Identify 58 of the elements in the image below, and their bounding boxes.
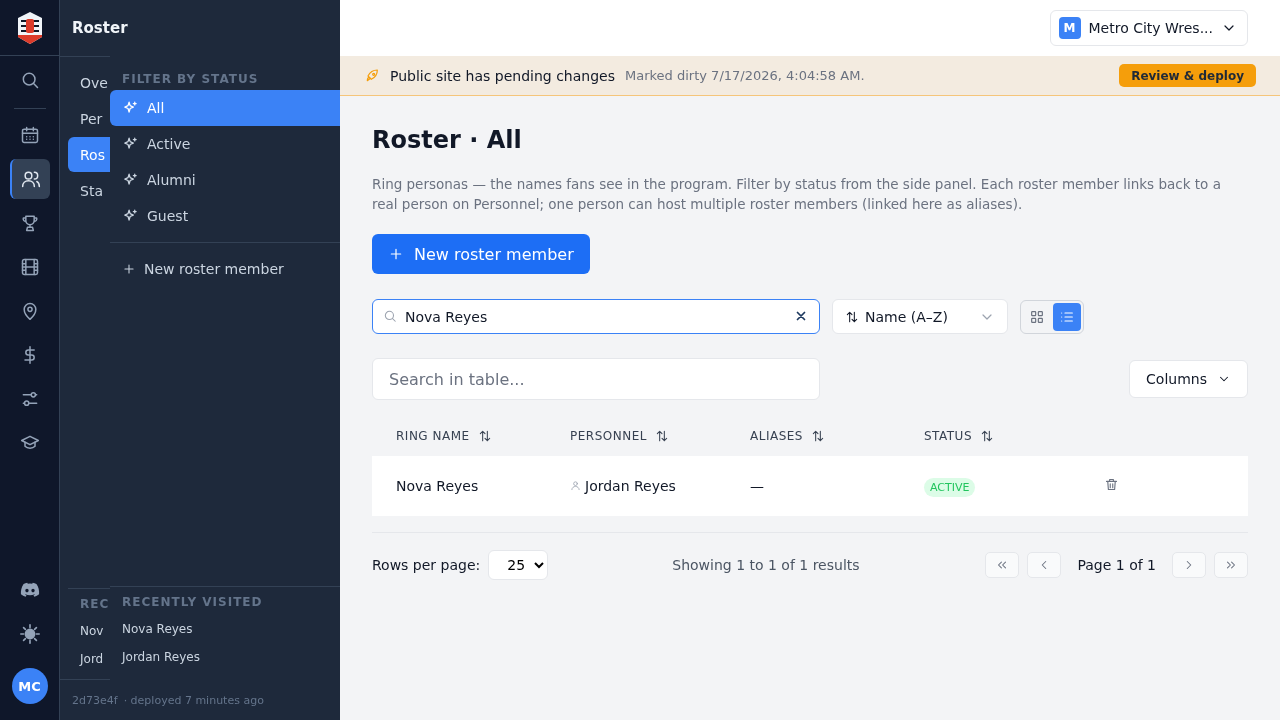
clear-icon	[794, 309, 808, 323]
search-field[interactable]: Nova Reyes	[372, 299, 820, 334]
section-heading: RECENTLY VISITED	[122, 595, 263, 611]
user-avatar[interactable]: MC	[11, 668, 48, 704]
deploy-status: · deployed 7 minutes ago	[123, 693, 264, 707]
page-title: Roster · All	[372, 126, 523, 154]
columns-button[interactable]: Columns	[1129, 360, 1248, 398]
banner-detail: Marked dirty 7/17/2026, 4:04:58 AM.	[625, 68, 865, 83]
recent-link[interactable]: Jord	[80, 645, 104, 673]
recent-link[interactable]: Nova Reyes	[122, 615, 193, 643]
calendar-icon	[19, 125, 40, 145]
recent-link[interactable]: Jordan Reyes	[122, 643, 200, 671]
table-cell: Nova Reyes	[396, 478, 479, 494]
filter-item[interactable]: All	[110, 90, 340, 126]
film-icon	[19, 257, 40, 277]
people-icon	[20, 169, 41, 189]
section-heading: REC	[80, 597, 110, 613]
sort-icon	[845, 309, 859, 324]
list-view-button[interactable]	[1053, 302, 1081, 331]
new-roster-member-button[interactable]: New roster member	[372, 234, 590, 274]
rows-per-page-label: Rows per page:	[372, 557, 481, 573]
sort-icon	[477, 429, 492, 443]
review-deploy-button[interactable]: Review & deploy	[1119, 64, 1256, 87]
column-header[interactable]: RING NAME	[396, 429, 470, 443]
rail-button[interactable]	[9, 159, 50, 199]
sort-icon	[810, 429, 825, 443]
results-summary: Showing 1 to 1 of 1 results	[672, 557, 860, 573]
org-initial: M	[1058, 17, 1081, 39]
search-icon	[383, 309, 397, 323]
double-chevron-right-icon	[1224, 558, 1238, 572]
sort-icon	[980, 429, 995, 443]
column-header[interactable]: ALIASES	[750, 429, 803, 443]
rows-per-page-select[interactable]: 25	[488, 550, 549, 580]
rocket-icon	[364, 67, 380, 84]
plus-icon	[122, 262, 136, 276]
new-roster-member-link[interactable]: New roster member	[110, 251, 340, 287]
banner-title: Public site has pending changes	[390, 67, 615, 84]
sun-icon	[18, 623, 41, 645]
sort-icon	[654, 429, 669, 443]
organization-switcher[interactable]: M Metro City Wres...	[1049, 10, 1248, 46]
trash-icon	[1104, 477, 1119, 492]
page-indicator: Page 1 of 1	[1076, 557, 1157, 573]
logo-icon[interactable]	[16, 10, 43, 45]
grid-icon	[1029, 308, 1045, 325]
status-badge: ACTIVE	[924, 478, 976, 497]
personnel-link[interactable]: Jordan Reyes	[585, 477, 676, 494]
commit-hash: 2d73e4f	[72, 693, 118, 707]
column-header[interactable]: STATUS	[924, 429, 973, 443]
plus-icon	[388, 246, 404, 262]
recent-link[interactable]: Nov	[80, 617, 104, 645]
page-description: Ring personas — the names fans see in the program. Filter by status from the side panel. Each roster member links back to a real person on Personnel; one person can host multiple roster members (linked here as aliases).	[372, 175, 1222, 214]
sort-dropdown[interactable]: Name (A–Z)	[832, 299, 1008, 334]
table-cell: —	[750, 478, 764, 494]
person-icon	[570, 480, 581, 492]
column-header[interactable]: PERSONNEL	[570, 429, 647, 443]
org-name: Metro City Wres...	[1088, 20, 1213, 36]
panel-heading: FILTER BY STATUS	[121, 71, 260, 88]
table-search-field[interactable]: Search in table...	[372, 358, 820, 400]
